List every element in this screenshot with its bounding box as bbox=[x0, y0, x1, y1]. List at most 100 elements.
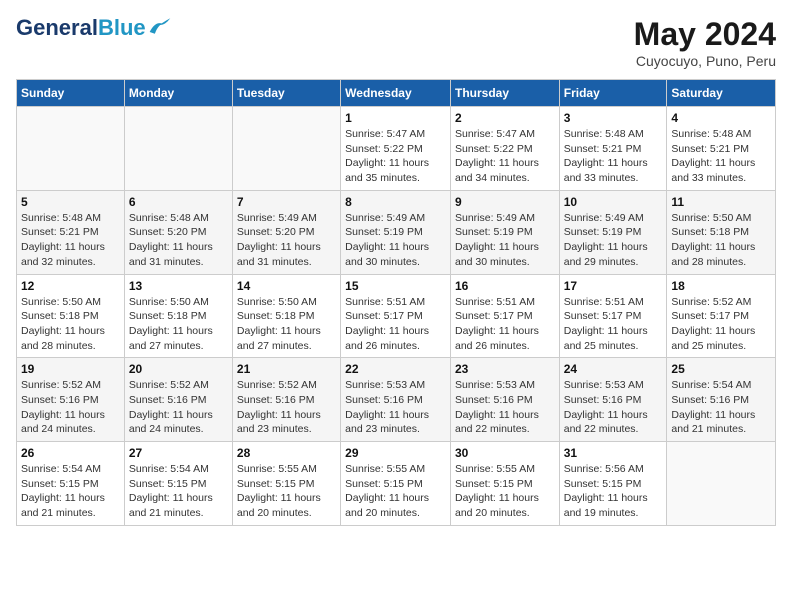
day-info: Sunrise: 5:51 AMSunset: 5:17 PMDaylight:… bbox=[564, 295, 663, 354]
calendar-cell: 13 Sunrise: 5:50 AMSunset: 5:18 PMDayligh… bbox=[124, 274, 232, 358]
calendar-cell: 5Sunrise: 5:48 AMSunset: 5:21 PMDaylight… bbox=[17, 190, 125, 274]
calendar-cell bbox=[667, 442, 776, 526]
calendar-header-friday: Friday bbox=[559, 80, 667, 107]
day-info: Sunrise: 5:49 AMSunset: 5:19 PMDaylight:… bbox=[455, 211, 555, 270]
day-info: Sunrise: 5:51 AMSunset: 5:17 PMDaylight:… bbox=[345, 295, 446, 354]
day-number: 14 bbox=[237, 279, 336, 293]
calendar-header-tuesday: Tuesday bbox=[232, 80, 340, 107]
day-number: 24 bbox=[564, 362, 663, 376]
calendar-cell: 7 Sunrise: 5:49 AMSunset: 5:20 PMDaylight… bbox=[232, 190, 340, 274]
day-number: 11 bbox=[671, 195, 771, 209]
day-info: Sunrise: 5:53 AMSunset: 5:16 PMDaylight:… bbox=[345, 378, 446, 437]
day-info: Sunrise: 5:52 AMSunset: 5:16 PMDaylight:… bbox=[21, 378, 120, 437]
calendar-cell: 10 Sunrise: 5:49 AMSunset: 5:19 PMDayligh… bbox=[559, 190, 667, 274]
page-subtitle: Cuyocuyo, Puno, Peru bbox=[634, 53, 776, 69]
day-number: 6 bbox=[129, 195, 228, 209]
day-number: 22 bbox=[345, 362, 446, 376]
day-info: Sunrise: 5:54 AMSunset: 5:15 PMDaylight:… bbox=[129, 462, 228, 521]
day-number: 18 bbox=[671, 279, 771, 293]
day-number: 31 bbox=[564, 446, 663, 460]
day-info: Sunrise: 5:50 AMSunset: 5:18 PMDaylight:… bbox=[129, 295, 228, 354]
day-info: Sunrise: 5:50 AMSunset: 5:18 PMDaylight:… bbox=[21, 295, 120, 354]
day-number: 26 bbox=[21, 446, 120, 460]
calendar-cell: 30Sunrise: 5:55 AMSunset: 5:15 PMDayligh… bbox=[450, 442, 559, 526]
calendar-cell: 18 Sunrise: 5:52 AMSunset: 5:17 PMDayligh… bbox=[667, 274, 776, 358]
calendar-week-row: 5Sunrise: 5:48 AMSunset: 5:21 PMDaylight… bbox=[17, 190, 776, 274]
day-info: Sunrise: 5:52 AMSunset: 5:17 PMDaylight:… bbox=[671, 295, 771, 354]
page-header: GeneralBlue May 2024 Cuyocuyo, Puno, Per… bbox=[16, 16, 776, 69]
calendar-cell: 2 Sunrise: 5:47 AMSunset: 5:22 PMDaylight… bbox=[450, 107, 559, 191]
calendar-cell: 21 Sunrise: 5:52 AMSunset: 5:16 PMDayligh… bbox=[232, 358, 340, 442]
day-info: Sunrise: 5:47 AMSunset: 5:22 PMDaylight:… bbox=[345, 127, 446, 186]
calendar-cell: 8Sunrise: 5:49 AMSunset: 5:19 PMDaylight… bbox=[341, 190, 451, 274]
calendar-table: SundayMondayTuesdayWednesdayThursdayFrid… bbox=[16, 79, 776, 526]
title-block: May 2024 Cuyocuyo, Puno, Peru bbox=[634, 16, 776, 69]
calendar-cell: 14 Sunrise: 5:50 AMSunset: 5:18 PMDayligh… bbox=[232, 274, 340, 358]
day-info: Sunrise: 5:48 AMSunset: 5:21 PMDaylight:… bbox=[671, 127, 771, 186]
calendar-cell: 28 Sunrise: 5:55 AMSunset: 5:15 PMDayligh… bbox=[232, 442, 340, 526]
day-number: 10 bbox=[564, 195, 663, 209]
day-info: Sunrise: 5:47 AMSunset: 5:22 PMDaylight:… bbox=[455, 127, 555, 186]
day-info: Sunrise: 5:54 AMSunset: 5:16 PMDaylight:… bbox=[671, 378, 771, 437]
day-number: 17 bbox=[564, 279, 663, 293]
day-info: Sunrise: 5:50 AMSunset: 5:18 PMDaylight:… bbox=[237, 295, 336, 354]
day-number: 20 bbox=[129, 362, 228, 376]
calendar-week-row: 1 Sunrise: 5:47 AMSunset: 5:22 PMDaylight… bbox=[17, 107, 776, 191]
day-number: 19 bbox=[21, 362, 120, 376]
day-info: Sunrise: 5:55 AMSunset: 5:15 PMDaylight:… bbox=[237, 462, 336, 521]
day-info: Sunrise: 5:48 AMSunset: 5:21 PMDaylight:… bbox=[21, 211, 120, 270]
day-info: Sunrise: 5:53 AMSunset: 5:16 PMDaylight:… bbox=[564, 378, 663, 437]
calendar-cell: 29 Sunrise: 5:55 AMSunset: 5:15 PMDayligh… bbox=[341, 442, 451, 526]
calendar-cell: 3 Sunrise: 5:48 AMSunset: 5:21 PMDaylight… bbox=[559, 107, 667, 191]
day-info: Sunrise: 5:49 AMSunset: 5:20 PMDaylight:… bbox=[237, 211, 336, 270]
day-number: 2 bbox=[455, 111, 555, 125]
day-number: 13 bbox=[129, 279, 228, 293]
day-number: 16 bbox=[455, 279, 555, 293]
calendar-cell bbox=[232, 107, 340, 191]
day-number: 15 bbox=[345, 279, 446, 293]
calendar-cell: 31Sunrise: 5:56 AMSunset: 5:15 PMDayligh… bbox=[559, 442, 667, 526]
day-number: 23 bbox=[455, 362, 555, 376]
calendar-cell bbox=[17, 107, 125, 191]
calendar-cell: 6 Sunrise: 5:48 AMSunset: 5:20 PMDaylight… bbox=[124, 190, 232, 274]
day-number: 9 bbox=[455, 195, 555, 209]
calendar-header-wednesday: Wednesday bbox=[341, 80, 451, 107]
day-number: 30 bbox=[455, 446, 555, 460]
day-number: 21 bbox=[237, 362, 336, 376]
day-info: Sunrise: 5:53 AMSunset: 5:16 PMDaylight:… bbox=[455, 378, 555, 437]
calendar-cell bbox=[124, 107, 232, 191]
calendar-week-row: 12 Sunrise: 5:50 AMSunset: 5:18 PMDayligh… bbox=[17, 274, 776, 358]
day-number: 1 bbox=[345, 111, 446, 125]
day-info: Sunrise: 5:48 AMSunset: 5:20 PMDaylight:… bbox=[129, 211, 228, 270]
calendar-cell: 23 Sunrise: 5:53 AMSunset: 5:16 PMDayligh… bbox=[450, 358, 559, 442]
calendar-cell: 12 Sunrise: 5:50 AMSunset: 5:18 PMDayligh… bbox=[17, 274, 125, 358]
calendar-header-thursday: Thursday bbox=[450, 80, 559, 107]
calendar-cell: 25 Sunrise: 5:54 AMSunset: 5:16 PMDayligh… bbox=[667, 358, 776, 442]
calendar-cell: 1 Sunrise: 5:47 AMSunset: 5:22 PMDaylight… bbox=[341, 107, 451, 191]
calendar-cell: 19 Sunrise: 5:52 AMSunset: 5:16 PMDayligh… bbox=[17, 358, 125, 442]
calendar-cell: 24 Sunrise: 5:53 AMSunset: 5:16 PMDayligh… bbox=[559, 358, 667, 442]
day-info: Sunrise: 5:52 AMSunset: 5:16 PMDaylight:… bbox=[237, 378, 336, 437]
day-info: Sunrise: 5:54 AMSunset: 5:15 PMDaylight:… bbox=[21, 462, 120, 521]
day-number: 12 bbox=[21, 279, 120, 293]
day-info: Sunrise: 5:48 AMSunset: 5:21 PMDaylight:… bbox=[564, 127, 663, 186]
day-number: 25 bbox=[671, 362, 771, 376]
day-number: 29 bbox=[345, 446, 446, 460]
calendar-week-row: 26 Sunrise: 5:54 AMSunset: 5:15 PMDayligh… bbox=[17, 442, 776, 526]
day-number: 28 bbox=[237, 446, 336, 460]
calendar-cell: 27Sunrise: 5:54 AMSunset: 5:15 PMDayligh… bbox=[124, 442, 232, 526]
day-info: Sunrise: 5:49 AMSunset: 5:19 PMDaylight:… bbox=[564, 211, 663, 270]
calendar-cell: 17 Sunrise: 5:51 AMSunset: 5:17 PMDayligh… bbox=[559, 274, 667, 358]
calendar-cell: 26 Sunrise: 5:54 AMSunset: 5:15 PMDayligh… bbox=[17, 442, 125, 526]
day-number: 7 bbox=[237, 195, 336, 209]
calendar-week-row: 19 Sunrise: 5:52 AMSunset: 5:16 PMDayligh… bbox=[17, 358, 776, 442]
day-number: 3 bbox=[564, 111, 663, 125]
day-info: Sunrise: 5:55 AMSunset: 5:15 PMDaylight:… bbox=[345, 462, 446, 521]
logo: GeneralBlue bbox=[16, 16, 172, 40]
calendar-cell: 20Sunrise: 5:52 AMSunset: 5:16 PMDayligh… bbox=[124, 358, 232, 442]
calendar-header-saturday: Saturday bbox=[667, 80, 776, 107]
calendar-cell: 15 Sunrise: 5:51 AMSunset: 5:17 PMDayligh… bbox=[341, 274, 451, 358]
logo-bird-icon bbox=[148, 16, 172, 36]
day-number: 8 bbox=[345, 195, 446, 209]
calendar-cell: 4Sunrise: 5:48 AMSunset: 5:21 PMDaylight… bbox=[667, 107, 776, 191]
